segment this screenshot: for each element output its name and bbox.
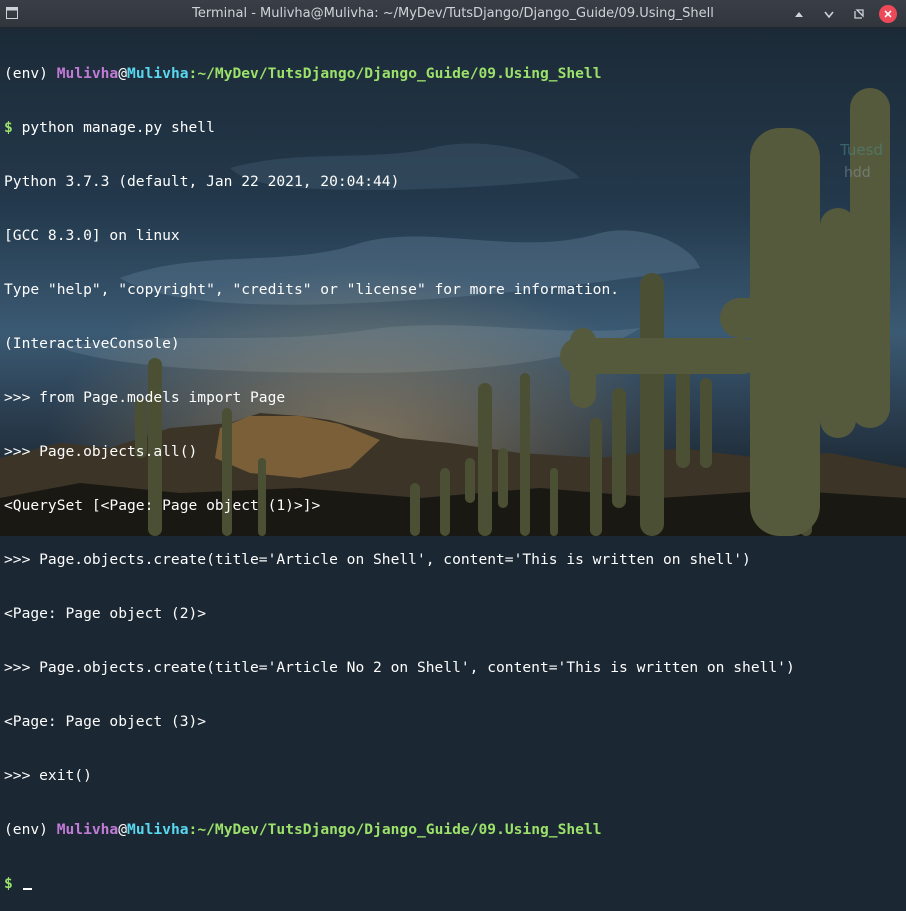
input-line[interactable]: $ xyxy=(4,875,906,893)
env-label: (env) xyxy=(4,65,57,82)
prompt-line: (env) Mulivha@Mulivha:~/MyDev/TutsDjango… xyxy=(4,65,906,83)
prompt-colon: : xyxy=(188,821,198,838)
maximize-button[interactable] xyxy=(850,5,868,23)
command-line: $ python manage.py shell xyxy=(4,119,906,137)
close-button[interactable] xyxy=(879,5,897,23)
prompt-path: ~/MyDev/TutsDjango/Django_Guide/09.Using… xyxy=(197,65,602,82)
output-line: <Page: Page object (3)> xyxy=(4,713,207,730)
prompt-host: Mulivha xyxy=(127,65,189,82)
output-line: Python 3.7.3 (default, Jan 22 2021, 20:0… xyxy=(4,173,400,190)
keep-above-icon xyxy=(795,12,803,17)
prompt-dollar: $ xyxy=(4,875,13,892)
minimize-button[interactable] xyxy=(820,5,838,23)
output-line: >>> Page.objects.create(title='Article N… xyxy=(4,659,795,676)
output-line: >>> Page.objects.all() xyxy=(4,443,198,460)
prompt-user: Mulivha xyxy=(56,65,119,82)
output-line: >>> exit() xyxy=(4,767,92,784)
prompt-user: Mulivha xyxy=(56,821,119,838)
prompt-dollar: $ xyxy=(4,119,13,136)
terminal-output[interactable]: (env) Mulivha@Mulivha:~/MyDev/TutsDjango… xyxy=(0,28,906,892)
output-line: Type "help", "copyright", "credits" or "… xyxy=(4,281,620,298)
prompt-host: Mulivha xyxy=(127,821,189,838)
output-line: [GCC 8.3.0] on linux xyxy=(4,227,180,244)
prompt-line: (env) Mulivha@Mulivha:~/MyDev/TutsDjango… xyxy=(4,821,906,839)
env-label: (env) xyxy=(4,821,57,838)
output-line: <Page: Page object (2)> xyxy=(4,605,207,622)
text-cursor xyxy=(22,888,32,890)
output-line: >>> from Page.models import Page xyxy=(4,389,286,406)
output-line: >>> Page.objects.create(title='Article o… xyxy=(4,551,751,568)
terminal-icon[interactable] xyxy=(6,7,18,19)
minimize-icon xyxy=(824,11,834,18)
output-line: <QuerySet [<Page: Page object (1)>]> xyxy=(4,497,321,514)
prompt-at: @ xyxy=(118,821,128,838)
prompt-at: @ xyxy=(118,65,128,82)
output-line: (InteractiveConsole) xyxy=(4,335,180,352)
window-title: Terminal - Mulivha@Mulivha: ~/MyDev/Tuts… xyxy=(192,6,714,21)
maximize-icon xyxy=(854,9,864,19)
close-icon xyxy=(884,10,892,18)
prompt-path: ~/MyDev/TutsDjango/Django_Guide/09.Using… xyxy=(197,821,602,838)
keep-above-button[interactable] xyxy=(790,5,808,23)
title-bar[interactable]: Terminal - Mulivha@Mulivha: ~/MyDev/Tuts… xyxy=(0,0,906,28)
command-text: python manage.py shell xyxy=(12,119,215,136)
